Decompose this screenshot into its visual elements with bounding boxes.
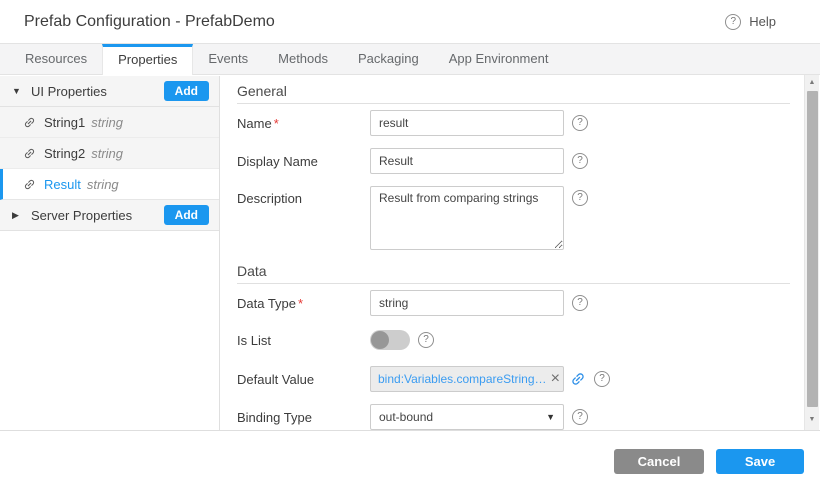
is-list-label: Is List	[237, 333, 370, 348]
clear-binding-icon[interactable]: ×	[551, 371, 560, 387]
name-label: Name*	[237, 116, 370, 131]
ui-properties-group-header[interactable]: ▼ UI Properties Add	[0, 76, 219, 107]
title-bar: Prefab Configuration - PrefabDemo ? Help	[0, 0, 820, 44]
dialog-title: Prefab Configuration - PrefabDemo	[24, 13, 275, 31]
sidebar-item-string1[interactable]: String1 string	[0, 107, 219, 138]
scroll-down-icon[interactable]: ▼	[805, 412, 819, 427]
link-icon	[20, 144, 38, 162]
link-icon	[20, 175, 38, 193]
required-marker: *	[274, 116, 279, 131]
bind-link-icon[interactable]	[567, 368, 590, 391]
data-type-label: Data Type*	[237, 296, 370, 311]
default-value-binding-field[interactable]: bind:Variables.compareString.dataSet… ×	[370, 366, 564, 392]
tab-methods[interactable]: Methods	[263, 44, 343, 74]
data-type-help-icon[interactable]: ?	[572, 295, 588, 311]
tab-packaging[interactable]: Packaging	[343, 44, 434, 74]
data-type-input[interactable]	[370, 290, 564, 316]
help-icon: ?	[725, 14, 741, 30]
toggle-knob	[371, 331, 389, 349]
is-list-row: Is List ?	[237, 330, 790, 350]
section-divider	[237, 103, 790, 104]
tab-properties[interactable]: Properties	[102, 44, 193, 75]
property-type: string	[91, 115, 123, 130]
help-button[interactable]: ? Help	[725, 14, 776, 30]
description-row: Description Result from comparing string…	[237, 186, 790, 250]
binding-type-help-icon[interactable]: ?	[572, 409, 588, 425]
tab-bar: Resources Properties Events Methods Pack…	[0, 44, 820, 75]
server-properties-group-header[interactable]: ▶ Server Properties Add	[0, 200, 219, 231]
section-title-general: General	[237, 83, 790, 99]
caret-right-icon: ▶	[12, 210, 22, 221]
help-label: Help	[749, 14, 776, 29]
caret-down-icon: ▼	[12, 86, 22, 96]
property-name: String1	[44, 115, 85, 130]
server-properties-label: Server Properties	[31, 208, 132, 223]
display-name-input[interactable]	[370, 148, 564, 174]
dropdown-arrow-icon: ▼	[546, 412, 555, 422]
property-type: string	[91, 146, 123, 161]
name-help-icon[interactable]: ?	[572, 115, 588, 131]
sidebar-item-string2[interactable]: String2 string	[0, 138, 219, 169]
required-marker: *	[298, 296, 303, 311]
default-value-help-icon[interactable]: ?	[594, 371, 610, 387]
dialog-footer: Cancel Save	[0, 430, 820, 489]
binding-expression: bind:Variables.compareString.dataSet…	[378, 372, 549, 386]
is-list-toggle[interactable]	[370, 330, 410, 350]
display-name-help-icon[interactable]: ?	[572, 153, 588, 169]
scroll-up-icon[interactable]: ▲	[805, 75, 819, 90]
binding-type-label: Binding Type	[237, 410, 370, 425]
tab-events[interactable]: Events	[193, 44, 263, 74]
description-help-icon[interactable]: ?	[572, 190, 588, 206]
section-title-data: Data	[237, 263, 790, 279]
description-label: Description	[237, 186, 370, 206]
binding-type-value: out-bound	[379, 410, 433, 424]
data-type-row: Data Type* ?	[237, 290, 790, 316]
add-server-property-button[interactable]: Add	[164, 205, 209, 225]
display-name-row: Display Name ?	[237, 148, 790, 174]
cancel-button[interactable]: Cancel	[614, 449, 704, 474]
tab-resources[interactable]: Resources	[10, 44, 102, 74]
default-value-row: Default Value bind:Variables.compareStri…	[237, 366, 790, 392]
scrollbar-thumb[interactable]	[807, 91, 818, 407]
property-type: string	[87, 177, 119, 192]
name-row: Name* ?	[237, 110, 790, 136]
name-input[interactable]	[370, 110, 564, 136]
vertical-scrollbar[interactable]: ▲ ▼	[804, 75, 819, 430]
binding-type-row: Binding Type out-bound ▼ ?	[237, 404, 790, 430]
sidebar-item-result[interactable]: Result string	[0, 169, 219, 200]
link-icon	[20, 113, 38, 131]
is-list-help-icon[interactable]: ?	[418, 332, 434, 348]
binding-type-select[interactable]: out-bound ▼	[370, 404, 564, 430]
ui-properties-label: UI Properties	[31, 84, 107, 99]
property-name: String2	[44, 146, 85, 161]
properties-sidebar: ▼ UI Properties Add String1 string Strin…	[0, 76, 220, 431]
default-value-label: Default Value	[237, 372, 370, 387]
add-ui-property-button[interactable]: Add	[164, 81, 209, 101]
description-textarea[interactable]: Result from comparing strings	[370, 186, 564, 250]
tab-app-environment[interactable]: App Environment	[434, 44, 564, 74]
property-form: General Name* ? Display Name ? Descripti…	[220, 75, 804, 431]
property-name: Result	[44, 177, 81, 192]
section-divider	[237, 283, 790, 284]
save-button[interactable]: Save	[716, 449, 804, 474]
display-name-label: Display Name	[237, 154, 370, 169]
